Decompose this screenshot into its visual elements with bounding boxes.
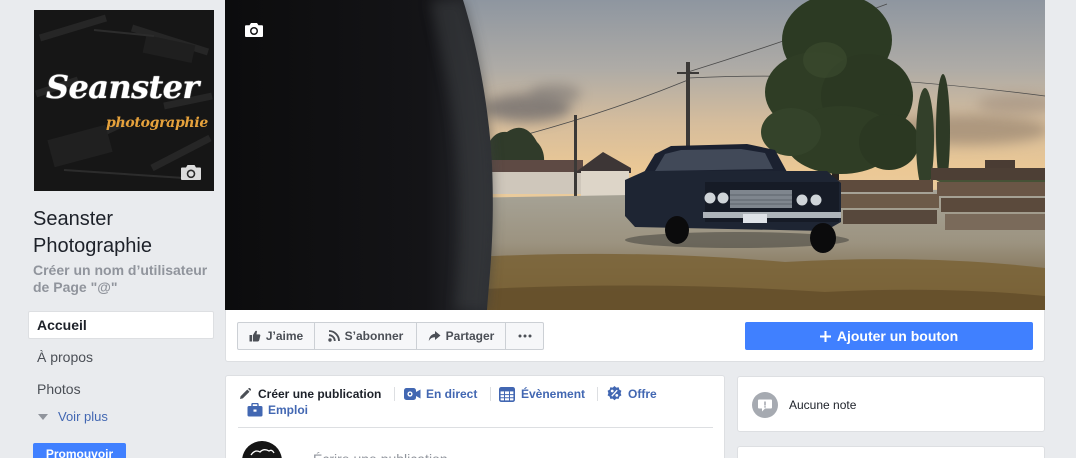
like-label: J’aime xyxy=(265,329,304,343)
create-username-link[interactable]: Créer un nom d’utilisateur de Page "@" xyxy=(33,262,218,296)
job-tab[interactable]: Emploi xyxy=(268,403,308,417)
event-tab[interactable]: Évènement xyxy=(521,387,585,401)
nav-item-photos[interactable]: Photos xyxy=(28,375,214,403)
rss-icon xyxy=(327,330,340,342)
live-video-icon xyxy=(404,388,421,400)
calendar-icon xyxy=(499,386,515,402)
more-button[interactable] xyxy=(506,323,543,349)
promote-button[interactable]: Promouvoir xyxy=(33,443,126,458)
thumbs-up-icon xyxy=(249,330,261,342)
nav-item-home[interactable]: Accueil xyxy=(28,311,214,339)
camera-icon[interactable] xyxy=(244,22,264,38)
nav-item-about[interactable]: À propos xyxy=(28,343,214,371)
offer-tab[interactable]: Offre xyxy=(628,387,657,401)
page-title: Seanster Photographie xyxy=(33,208,152,257)
composer-divider xyxy=(597,387,598,401)
add-button-cta[interactable]: Ajouter un bouton xyxy=(745,322,1033,350)
notes-empty-label: Aucune note xyxy=(789,398,857,412)
note-bubble-icon xyxy=(752,392,778,418)
see-more-link[interactable]: Voir plus xyxy=(37,408,108,426)
see-more-label: Voir plus xyxy=(58,409,108,424)
logo-text-sub: photographie xyxy=(106,115,208,131)
pencil-icon xyxy=(240,388,251,399)
notes-card: Aucune note xyxy=(737,376,1045,432)
offer-percent-icon xyxy=(607,386,622,401)
live-tab[interactable]: En direct xyxy=(426,387,477,401)
logo-text-main: Seanster xyxy=(46,68,199,106)
post-composer: Créer une publication En direct Évènemen… xyxy=(225,375,725,458)
composer-divider xyxy=(394,387,395,401)
briefcase-icon xyxy=(247,403,263,417)
profile-picture[interactable]: Seanster photographie xyxy=(34,10,214,191)
follow-button[interactable]: S’abonner xyxy=(315,323,417,349)
like-button[interactable]: J’aime xyxy=(238,323,315,349)
facebook-page: Seanster photographie Seanster Photograp… xyxy=(0,0,1076,458)
cover-photo[interactable] xyxy=(225,0,1045,310)
follow-label: S’abonner xyxy=(344,329,404,343)
cover-photo-image xyxy=(225,0,1045,310)
composer-input[interactable]: Écrire une publication xyxy=(313,450,513,458)
composer-separator xyxy=(238,427,713,428)
share-label: Partager xyxy=(445,329,495,343)
add-button-label: Ajouter un bouton xyxy=(836,328,959,344)
plus-icon xyxy=(819,330,831,342)
more-dots-icon xyxy=(518,334,531,338)
chevron-down-icon xyxy=(38,414,48,420)
create-post-tab[interactable]: Créer une publication xyxy=(258,387,381,401)
share-arrow-icon xyxy=(428,331,441,341)
camera-icon[interactable] xyxy=(180,164,202,181)
share-button[interactable]: Partager xyxy=(417,323,506,349)
sidebar-card xyxy=(737,446,1045,458)
avatar xyxy=(242,441,282,458)
page-actions-group: J’aime S’abonner Partager xyxy=(237,322,544,350)
composer-divider xyxy=(490,387,491,401)
